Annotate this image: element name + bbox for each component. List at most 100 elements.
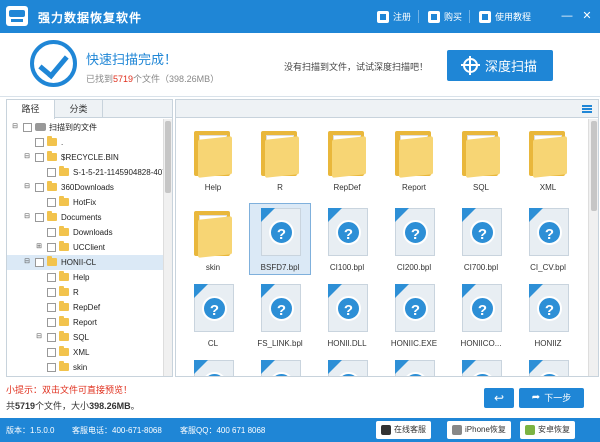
expand-toggle-icon[interactable] [35,348,43,356]
expand-toggle-icon[interactable]: ⊟ [23,183,31,191]
folder-item[interactable]: Report [383,123,445,203]
expand-toggle-icon[interactable] [35,318,43,326]
folder-tree: ⊟ 扫描到的文件. ⊟ $RECYCLE.BIN S-1-5-21-1145904828… [7,119,164,376]
tree-node[interactable]: HotFix [7,195,164,210]
tree-scrollbar-thumb[interactable] [165,121,171,193]
file-item[interactable]: ? [182,355,244,376]
folder-item[interactable]: XML [517,123,579,203]
folder-item[interactable]: Help [182,123,244,203]
file-item[interactable]: ? HONIICO... [450,279,512,359]
file-item[interactable]: ? [517,355,579,376]
register-button[interactable]: 注册 [377,10,411,23]
folder-item[interactable]: RepDef [316,123,378,203]
tree-scrollbar[interactable] [163,119,172,376]
file-item[interactable]: ? HONIIC.EXE [383,279,445,359]
tree-node[interactable]: ⊟ 扫描到的文件 [7,120,164,135]
deep-scan-button[interactable]: 深度扫描 [447,50,553,81]
iphone-recovery-button[interactable]: iPhone恢复 [447,421,511,439]
tree-node[interactable]: ⊟ $RECYCLE.BIN [7,150,164,165]
file-item[interactable]: ? [450,355,512,376]
expand-toggle-icon[interactable] [35,198,43,206]
folder-item[interactable]: skin [182,203,244,283]
expand-toggle-icon[interactable] [35,288,43,296]
file-item[interactable]: ? CI200.bpl [383,203,445,283]
tree-checkbox[interactable] [35,138,44,147]
tree-checkbox[interactable] [47,243,56,252]
tree-node[interactable]: RepDef [7,300,164,315]
tree-node[interactable]: ⊞ UCClient [7,240,164,255]
item-name: BSFD7.bpl [260,263,300,272]
expand-toggle-icon[interactable] [35,228,43,236]
tutorial-button[interactable]: 使用教程 [479,10,531,23]
expand-toggle-icon[interactable]: ⊟ [23,258,31,266]
file-item[interactable]: ? HONIIZ [517,279,579,359]
buy-button[interactable]: 购买 [428,10,462,23]
grid-scrollbar-thumb[interactable] [591,121,597,211]
tree-node[interactable]: S-1-5-21-1145904828-407 [7,165,164,180]
tree-checkbox[interactable] [47,228,56,237]
minimize-button[interactable]: — [560,9,574,23]
file-item[interactable]: ? [249,355,311,376]
tree-checkbox[interactable] [35,213,44,222]
tree-checkbox[interactable] [35,258,44,267]
tree-node[interactable]: Report [7,315,164,330]
back-button[interactable]: ↩ [484,388,514,408]
tree-node[interactable]: ⊟ Documents [7,210,164,225]
view-menu-icon[interactable] [582,105,592,113]
file-item[interactable]: ? BSFD7.bpl [249,203,311,283]
tree-checkbox[interactable] [35,153,44,162]
expand-toggle-icon[interactable]: ⊟ [23,153,31,161]
expand-toggle-icon[interactable] [35,303,43,311]
tree-node-label: Documents [61,213,102,222]
android-recovery-label: 安卓恢复 [538,425,570,434]
expand-toggle-icon[interactable]: ⊞ [35,243,43,251]
tree-node[interactable]: . [7,135,164,150]
tree-checkbox[interactable] [35,183,44,192]
tree-checkbox[interactable] [47,333,56,342]
next-step-button[interactable]: ➦ 下一步 [519,388,584,408]
folder-item[interactable]: R [249,123,311,203]
grid-scrollbar[interactable] [588,119,598,376]
expand-toggle-icon[interactable] [35,363,43,371]
expand-toggle-icon[interactable] [23,138,31,146]
tree-node[interactable]: ⊟ HONII-CL [7,255,164,270]
file-item[interactable]: ? [383,355,445,376]
tree-node[interactable]: R [7,285,164,300]
tree-checkbox[interactable] [47,348,56,357]
file-item[interactable]: ? CI700.bpl [450,203,512,283]
tree-node[interactable]: XML [7,345,164,360]
tree-checkbox[interactable] [47,318,56,327]
close-button[interactable]: ✕ [580,9,594,23]
tree-checkbox[interactable] [47,288,56,297]
expand-toggle-icon[interactable] [35,273,43,281]
online-service-button[interactable]: 在线客服 [376,421,431,439]
tree-node[interactable]: ⊟ 360Downloads [7,180,164,195]
tab-path[interactable]: 路径 [7,100,55,119]
tree-node[interactable]: skin [7,360,164,375]
tree-node[interactable]: ⊟ SQL [7,330,164,345]
item-name: HONII.DLL [327,339,367,348]
expand-toggle-icon[interactable]: ⊟ [23,213,31,221]
tree-checkbox[interactable] [47,363,56,372]
expand-toggle-icon[interactable]: ⊟ [11,123,19,131]
buy-label: 购买 [444,12,463,22]
file-item[interactable]: ? CI100.bpl [316,203,378,283]
file-item[interactable]: ? CL [182,279,244,359]
tree-node[interactable]: Help [7,270,164,285]
tree-node[interactable]: Downloads [7,225,164,240]
tree-node-label: skin [73,363,88,372]
file-item[interactable]: ? CI_CV.bpl [517,203,579,283]
tab-category[interactable]: 分类 [55,100,103,118]
tree-checkbox[interactable] [47,198,56,207]
file-item[interactable]: ? [316,355,378,376]
folder-item[interactable]: SQL [450,123,512,203]
file-item[interactable]: ? FS_LINK.bpl [249,279,311,359]
tree-checkbox[interactable] [47,303,56,312]
tree-checkbox[interactable] [47,168,56,177]
file-item[interactable]: ? HONII.DLL [316,279,378,359]
expand-toggle-icon[interactable] [35,168,43,176]
tree-checkbox[interactable] [47,273,56,282]
expand-toggle-icon[interactable]: ⊟ [35,333,43,341]
android-recovery-button[interactable]: 安卓恢复 [520,421,575,439]
tree-checkbox[interactable] [23,123,32,132]
